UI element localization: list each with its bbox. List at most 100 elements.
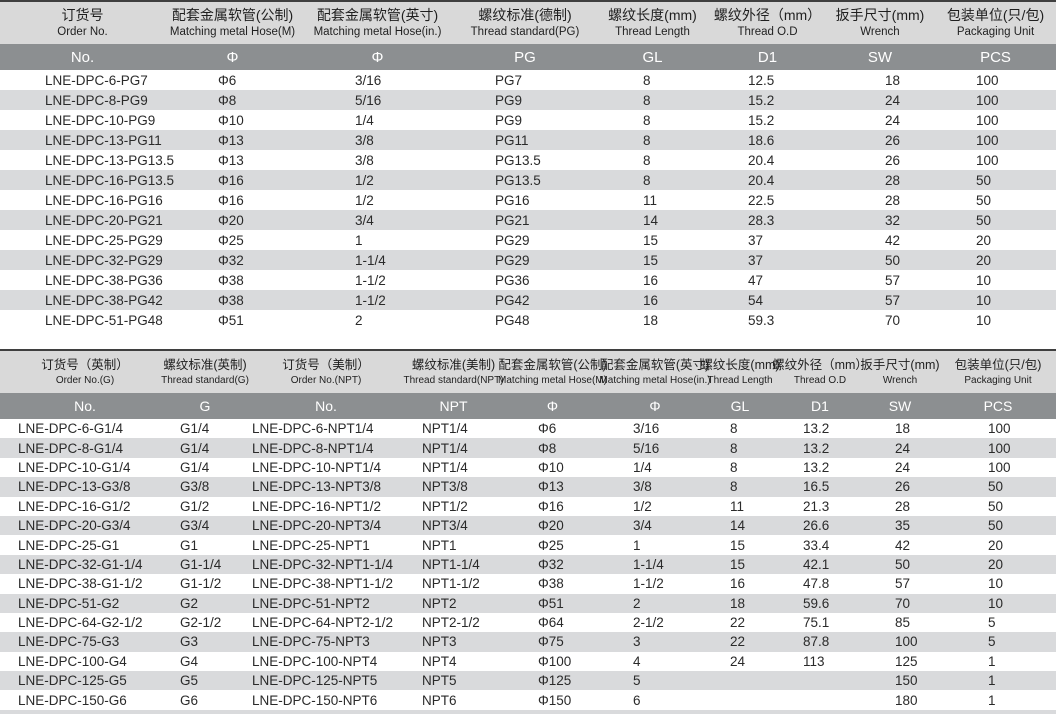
cell: Φ6 [495, 421, 610, 436]
cell: 85 [860, 615, 940, 630]
cell: LNE-DPC-16-G1/2 [0, 499, 170, 514]
cell: 24 [700, 654, 780, 669]
cell: Φ13 [165, 133, 300, 148]
header-label-zh: 扳手尺寸(mm) [860, 357, 939, 373]
cell: 18.6 [710, 133, 825, 148]
cell: LNE-DPC-13-NPT3/8 [240, 479, 412, 494]
cell: LNE-DPC-38-PG42 [0, 293, 165, 308]
cell: 1 [940, 654, 1056, 669]
table-row: LNE-DPC-150-G6G6LNE-DPC-150-NPT6NPT6Φ150… [0, 690, 1056, 709]
subheader-code-0-5: D1 [710, 49, 825, 66]
subheader-code-1-5: Φ [610, 398, 700, 414]
cell: 50 [935, 213, 1056, 228]
cell: 20 [940, 557, 1056, 572]
cell: 113 [780, 654, 860, 669]
cell: Φ20 [165, 213, 300, 228]
table-row: LNE-DPC-25-G1G1LNE-DPC-25-NPT1NPT1Φ25115… [0, 535, 1056, 554]
cell: 2 [300, 313, 455, 328]
cell: Φ13 [495, 479, 610, 494]
cell: Φ38 [165, 293, 300, 308]
cell: 57 [825, 293, 935, 308]
cell: 12.5 [710, 73, 825, 88]
cell: 24 [825, 93, 935, 108]
subheader-code-0-1: Φ [165, 49, 300, 66]
cell: LNE-DPC-8-PG9 [0, 93, 165, 108]
cell: 87.8 [780, 634, 860, 649]
cell: LNE-DPC-64-NPT2-1/2 [240, 615, 412, 630]
cell: LNE-DPC-13-PG13.5 [0, 153, 165, 168]
cell: LNE-DPC-32-PG29 [0, 253, 165, 268]
cell: 24 [860, 460, 940, 475]
cell: LNE-DPC-8-NPT1/4 [240, 441, 412, 456]
cell: 33.4 [780, 538, 860, 553]
cell: 1/2 [300, 173, 455, 188]
cell: 22.5 [710, 193, 825, 208]
cell: 125 [860, 654, 940, 669]
cutoff-row-strip [0, 710, 1056, 714]
cell: PG11 [455, 133, 595, 148]
cell: 50 [940, 499, 1056, 514]
cell: 37 [710, 253, 825, 268]
column-header-0-2: 配套金属软管(英寸)Matching metal Hose(in.) [300, 6, 455, 39]
subheader-code-1-2: No. [240, 398, 412, 414]
table-row: LNE-DPC-20-PG21Φ203/4PG211428.33250 [0, 210, 1056, 230]
subheader-code-1-6: GL [700, 398, 780, 414]
cell: 5 [610, 673, 700, 688]
header-label-en: Order No. [57, 25, 108, 40]
header-label-zh: 螺纹外径（mm） [772, 357, 868, 373]
subheader-code-1-3: NPT [412, 398, 495, 414]
cell: 59.6 [780, 596, 860, 611]
cell: Φ20 [495, 518, 610, 533]
table-row: LNE-DPC-38-PG42Φ381-1/2PG4216545710 [0, 290, 1056, 310]
cell: PG13.5 [455, 153, 595, 168]
cell: LNE-DPC-100-G4 [0, 654, 170, 669]
header-label-en: Wrench [883, 374, 917, 387]
header-label-zh: 螺纹长度(mm) [608, 6, 697, 24]
cell: 1/4 [300, 113, 455, 128]
cell: PG13.5 [455, 173, 595, 188]
cell: 1 [940, 693, 1056, 708]
cell: NPT1/4 [412, 460, 495, 475]
cell: 70 [825, 313, 935, 328]
cell: 1-1/4 [300, 253, 455, 268]
header-label-en: Matching metal Hose(in.) [599, 374, 710, 387]
cell: 37 [710, 233, 825, 248]
cell: 8 [595, 173, 710, 188]
cell: Φ64 [495, 615, 610, 630]
cell: 26 [860, 479, 940, 494]
cell: 26 [825, 153, 935, 168]
cell: LNE-DPC-13-PG11 [0, 133, 165, 148]
cell: Φ51 [495, 596, 610, 611]
table-row: LNE-DPC-64-G2-1/2G2-1/2LNE-DPC-64-NPT2-1… [0, 613, 1056, 632]
cell: PG9 [455, 113, 595, 128]
table-row: LNE-DPC-38-G1-1/2G1-1/2LNE-DPC-38-NPT1-1… [0, 574, 1056, 593]
cell: 1/2 [300, 193, 455, 208]
cell: 15.2 [710, 113, 825, 128]
cell: 10 [935, 273, 1056, 288]
table-row: LNE-DPC-13-G3/8G3/8LNE-DPC-13-NPT3/8NPT3… [0, 477, 1056, 496]
cell: 1 [940, 673, 1056, 688]
cell: 28 [825, 193, 935, 208]
header-label-zh: 螺纹标准(德制) [478, 6, 571, 24]
cell: Φ10 [495, 460, 610, 475]
cell: NPT3 [412, 634, 495, 649]
column-header-1-7: 螺纹外径（mm）Thread O.D [780, 357, 860, 386]
table-row: LNE-DPC-32-G1-1/4G1-1/4LNE-DPC-32-NPT1-1… [0, 555, 1056, 574]
cell: 180 [860, 693, 940, 708]
cell: 13.2 [780, 441, 860, 456]
cell: 57 [825, 273, 935, 288]
cell: 14 [700, 518, 780, 533]
cell: LNE-DPC-16-PG13.5 [0, 173, 165, 188]
table-row: LNE-DPC-51-G2G2LNE-DPC-51-NPT2NPT2Φ51218… [0, 594, 1056, 613]
header-label-zh: 包装单位(只/包) [955, 357, 1042, 373]
cell: LNE-DPC-25-NPT1 [240, 538, 412, 553]
pg-metric-spec-table: 订货号Order No.配套金属软管(公制)Matching metal Hos… [0, 0, 1056, 330]
cell: 1/2 [610, 499, 700, 514]
cell: 16 [700, 576, 780, 591]
header-label-en: Thread Length [707, 374, 772, 387]
cell: Φ38 [165, 273, 300, 288]
cell: 54 [710, 293, 825, 308]
cell: 26.6 [780, 518, 860, 533]
cell: LNE-DPC-6-G1/4 [0, 421, 170, 436]
cell: 18 [700, 596, 780, 611]
